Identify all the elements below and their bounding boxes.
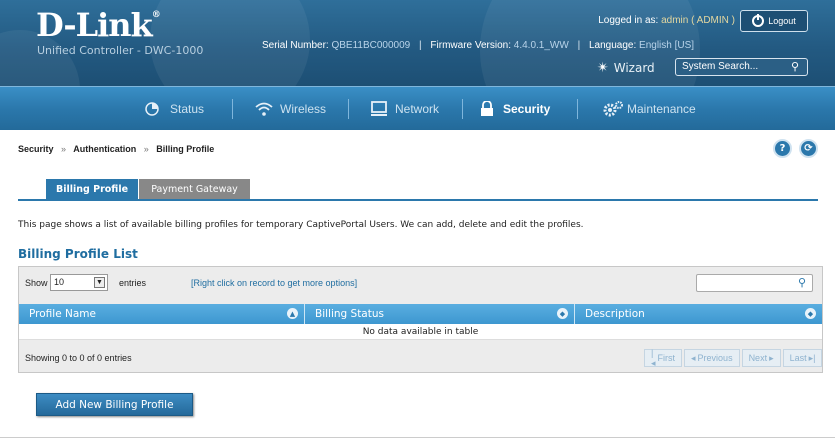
table-info: Showing 0 to 0 of 0 entries — [25, 353, 132, 363]
nav-divider — [348, 99, 349, 119]
next-page-button[interactable]: Next ▸ — [741, 349, 781, 367]
pagination: |◂ First ◂ Previous Next ▸ Last ▸| — [644, 347, 823, 368]
lock-icon — [478, 100, 496, 117]
show-label: Show — [25, 278, 48, 288]
nav-divider — [462, 99, 463, 119]
network-icon — [370, 101, 388, 117]
first-page-button[interactable]: |◂ First — [644, 347, 683, 368]
tab-underline — [18, 199, 818, 201]
empty-table-message: No data available in table — [19, 324, 822, 340]
search-icon[interactable]: ⚲ — [791, 60, 799, 73]
wifi-icon — [255, 101, 273, 117]
nav-item-network[interactable]: Network — [370, 87, 439, 131]
nav-item-maintenance[interactable]: Maintenance — [602, 87, 696, 131]
logout-button[interactable]: Logout — [740, 10, 808, 32]
device-info: Serial Number: QBE11BC000009 | Firmware … — [262, 40, 695, 51]
entries-per-page-select[interactable]: 10 ▼ — [50, 274, 108, 291]
sort-icon: ◆ — [805, 308, 816, 319]
header-banner: D-Link® Unified Controller - DWC-1000 Lo… — [0, 0, 835, 86]
serial-number: QBE11BC000009 — [331, 40, 411, 51]
tab-billing-profile[interactable]: Billing Profile — [46, 179, 138, 200]
breadcrumb-security[interactable]: Security — [18, 144, 54, 154]
column-profile-name[interactable]: Profile Name ▲ — [19, 304, 305, 324]
nav-item-status[interactable]: Status — [145, 87, 204, 131]
breadcrumb-billing-profile: Billing Profile — [156, 144, 215, 154]
previous-page-button[interactable]: ◂ Previous — [684, 349, 740, 367]
breadcrumb-authentication[interactable]: Authentication — [73, 144, 136, 154]
nav-item-wireless[interactable]: Wireless — [255, 87, 326, 131]
main-nav: Status Wireless Network Security Mainten… — [0, 86, 835, 130]
nav-divider — [232, 99, 233, 119]
wand-icon: ✴ — [597, 60, 609, 76]
question-icon: ? — [779, 143, 786, 154]
search-icon: ⚲ — [797, 277, 806, 289]
nav-item-security[interactable]: Security — [478, 87, 550, 131]
nav-divider — [577, 99, 578, 119]
login-status: Logged in as: admin ( ADMIN ) — [598, 15, 735, 26]
last-icon: ▸| — [808, 352, 816, 363]
breadcrumb: Security » Authentication » Billing Prof… — [18, 144, 215, 154]
help-button[interactable]: ? — [773, 139, 792, 158]
system-search-input[interactable]: System Search... ⚲ — [675, 58, 808, 76]
gears-icon — [602, 101, 623, 117]
add-new-billing-profile-button[interactable]: Add New Billing Profile — [36, 393, 193, 416]
chevron-down-icon: ▼ — [94, 277, 105, 288]
column-description[interactable]: Description ◆ — [575, 304, 822, 324]
table-header: Profile Name ▲ Billing Status ◆ Descript… — [19, 304, 822, 324]
page-description: This page shows a list of available bill… — [18, 220, 584, 230]
tab-payment-gateway[interactable]: Payment Gateway — [139, 179, 250, 200]
sort-icon: ◆ — [557, 308, 568, 319]
firmware-version: 4.4.0.1_WW — [513, 40, 569, 51]
refresh-icon: ⟳ — [804, 143, 813, 154]
logged-in-user: admin ( ADMIN ) — [661, 15, 735, 26]
product-subtitle: Unified Controller - DWC-1000 — [37, 44, 204, 57]
billing-profile-table-panel: Show 10 ▼ entries [Right click on record… — [18, 266, 823, 373]
list-title: Billing Profile List — [18, 247, 138, 261]
right-click-hint: [Right click on record to get more optio… — [191, 278, 358, 288]
last-page-button[interactable]: Last ▸| — [782, 349, 823, 367]
sort-asc-icon: ▲ — [287, 308, 298, 319]
table-controls: Show 10 ▼ entries [Right click on record… — [19, 267, 822, 303]
status-icon — [145, 101, 163, 117]
language-selector[interactable]: English [US] — [639, 40, 694, 51]
power-icon — [752, 14, 765, 27]
wizard-link[interactable]: ✴ Wizard — [597, 60, 655, 76]
footer-divider — [0, 437, 835, 438]
entries-label: entries — [119, 278, 147, 288]
previous-icon: ◂ — [691, 352, 696, 363]
table-search-input[interactable]: ⚲ — [696, 274, 813, 292]
dlink-logo: D-Link® — [36, 6, 161, 44]
refresh-button[interactable]: ⟳ — [799, 139, 818, 158]
column-billing-status[interactable]: Billing Status ◆ — [305, 304, 575, 324]
first-icon: |◂ — [651, 347, 656, 368]
next-icon: ▸ — [769, 352, 774, 363]
